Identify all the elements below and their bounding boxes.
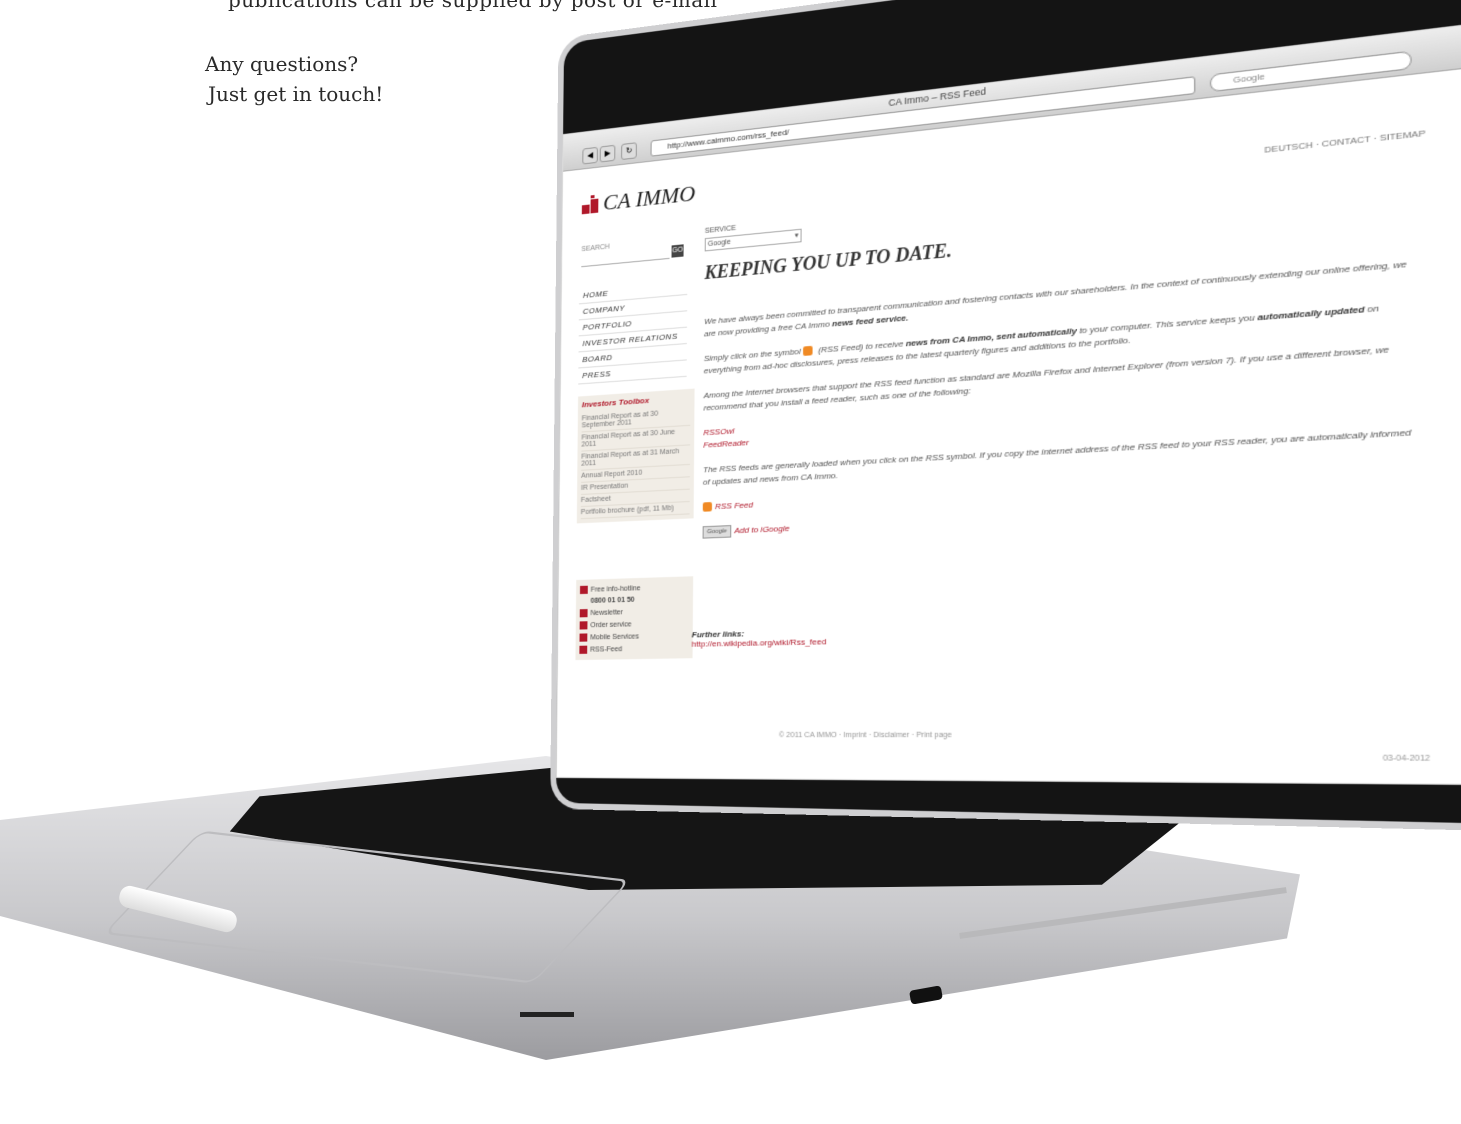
further-links: Further links: http://en.wikipedia.org/w… <box>692 627 827 649</box>
ca-immo-logo[interactable]: CA IMMO <box>581 180 696 218</box>
search-go-button[interactable]: GO <box>671 244 684 258</box>
top-links[interactable]: DEUTSCH · CONTACT · SITEMAP <box>1264 128 1425 155</box>
feedreader-link[interactable]: FeedReader <box>703 438 749 450</box>
rssowl-link[interactable]: RSSOwl <box>703 426 734 437</box>
reload-button[interactable]: ↻ <box>621 142 637 161</box>
rss-feed-link-side[interactable]: RSS-Feed <box>579 642 688 656</box>
sd-slot <box>520 1012 574 1017</box>
main-content: KEEPING YOU UP TO DATE. We have always b… <box>702 201 1421 551</box>
search-label: SEARCH <box>581 243 610 254</box>
page-footer[interactable]: © 2011 CA IMMO · Imprint · Disclaimer · … <box>779 732 952 740</box>
logo-mark-icon <box>581 195 600 215</box>
forward-button[interactable]: ▶ <box>599 144 616 163</box>
mobile-icon <box>579 633 588 642</box>
footer-date: 03-04-2012 <box>1382 754 1431 764</box>
main-nav: HOME COMPANY PORTFOLIO INVESTOR RELATION… <box>578 278 688 385</box>
investors-toolbox: Investors Toolbox Financial Report as at… <box>576 388 695 524</box>
browser-window: CA Immo – RSS Feed ◀ ▶ ↻ http://www.caim… <box>555 24 1461 785</box>
rss-icon <box>702 502 713 513</box>
cart-icon <box>579 621 588 630</box>
service-selected-value: Google <box>707 238 731 249</box>
laptop-screen: CA Immo – RSS Feed ◀ ▶ ↻ http://www.caim… <box>536 4 1461 829</box>
phone-icon <box>579 585 588 595</box>
wikipedia-link[interactable]: http://en.wikipedia.org/wiki/Rss_feed <box>692 637 827 649</box>
mail-icon <box>579 609 588 618</box>
web-page: CA IMMO DEUTSCH · CONTACT · SITEMAP SEAR… <box>557 68 1461 784</box>
rss-icon <box>579 645 588 654</box>
laptop-illustration: CA Immo – RSS Feed ◀ ▶ ↻ http://www.caim… <box>0 0 1461 1124</box>
service-label: SERVICE <box>704 224 737 236</box>
logo-text: CA IMMO <box>603 180 696 216</box>
rss-icon <box>803 346 813 357</box>
back-button[interactable]: ◀ <box>582 146 598 165</box>
google-badge-icon: Google <box>702 525 732 539</box>
contact-box: Free info-hotline 0800 01 01 50 Newslett… <box>575 576 694 661</box>
chevron-down-icon: ▾ <box>794 232 799 240</box>
